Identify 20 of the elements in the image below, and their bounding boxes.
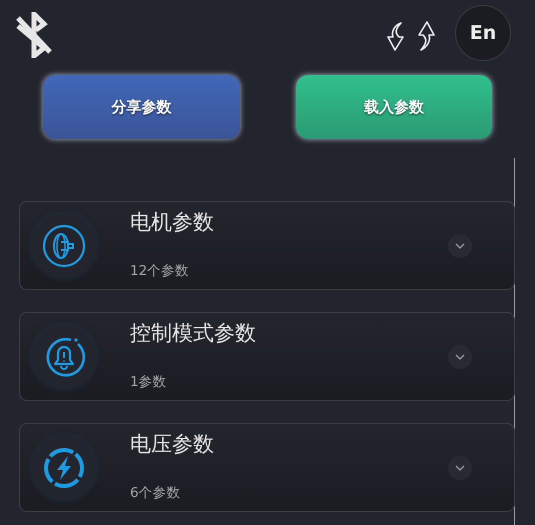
chevron-down-icon [455, 242, 465, 248]
chevron-down-icon [455, 354, 465, 360]
parameter-count: 1参数 [130, 373, 168, 392]
expand-button[interactable] [448, 344, 472, 368]
group-title: 电压参数 [130, 432, 215, 457]
parameter-group-card[interactable]: 电机参数 12个参数 [19, 201, 515, 290]
bluetooth-off-icon[interactable] [14, 12, 52, 58]
parameter-count: 12个参数 [130, 262, 190, 282]
parameter-group-card[interactable]: 电压参数 6个参数 [19, 423, 515, 512]
language-button[interactable]: En [455, 5, 511, 61]
parameter-count: 6个参数 [130, 484, 182, 504]
group-title: 电机参数 [130, 210, 215, 235]
expand-button[interactable] [448, 234, 472, 258]
share-button[interactable]: 分享参数 [43, 75, 240, 139]
chevron-down-icon [455, 464, 465, 470]
parameter-group-card[interactable]: 控制模式参数 1参数 [19, 312, 515, 401]
group-title: 控制模式参数 [130, 320, 257, 346]
motor-icon [41, 222, 87, 268]
expand-button[interactable] [448, 456, 472, 480]
sync-icon[interactable] [387, 21, 435, 51]
